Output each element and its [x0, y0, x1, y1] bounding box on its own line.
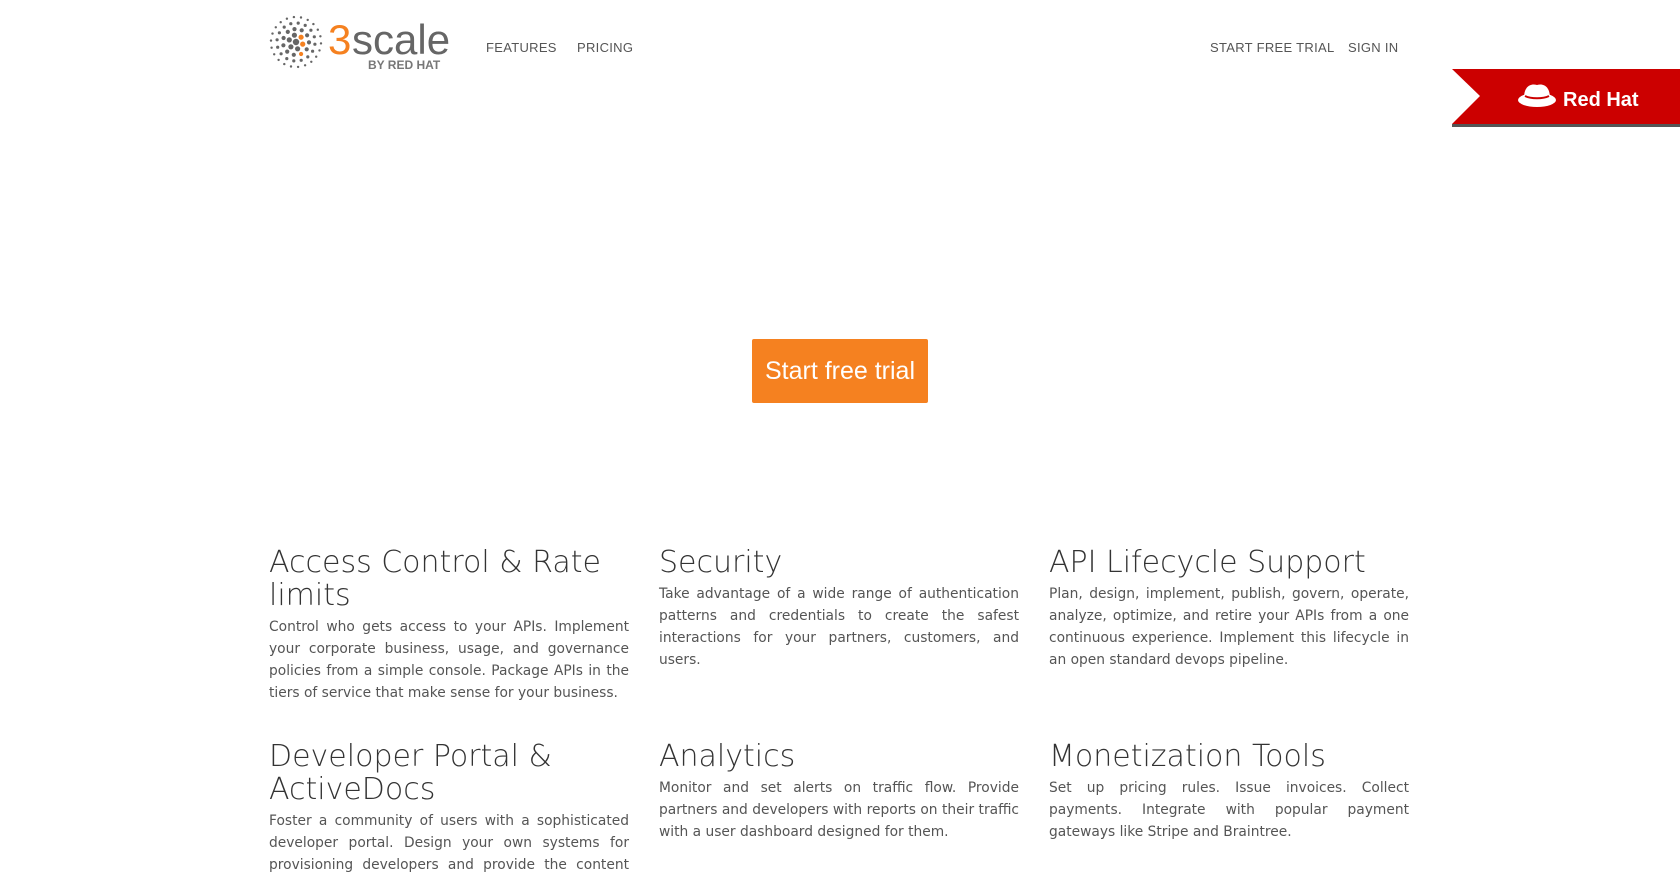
logo-dot: [310, 60, 313, 63]
feature-description: Plan, design, implement, publish, govern…: [1049, 586, 1409, 668]
feature-description: Control who gets access to your APIs. Im…: [269, 619, 629, 701]
logo-dot: [318, 49, 321, 52]
redhat-banner-label: Red Hat: [1563, 89, 1639, 111]
logo-dot: [269, 39, 273, 42]
logo-dot: [289, 22, 293, 26]
logo-tagline: BY RED HAT: [368, 58, 441, 72]
logo-dot: [277, 58, 280, 62]
logo-dot: [298, 34, 304, 40]
logo-dot: [291, 32, 297, 38]
logo-dot: [319, 35, 322, 38]
logo-dot: [296, 21, 300, 25]
feature-title: Monetization Tools: [1049, 739, 1326, 774]
3scale-logo[interactable]: 3 scale BY RED HAT: [269, 14, 457, 72]
logo-dot: [303, 64, 307, 67]
logo-dot: [288, 44, 294, 50]
logo-dot: [312, 22, 315, 26]
logo-dot: [276, 45, 280, 49]
feature-api-lifecycle: API Lifecycle Support Plan, design, impl…: [1049, 546, 1409, 671]
logo-dot: [274, 26, 277, 29]
start-free-trial-button[interactable]: Start free trial: [752, 339, 928, 403]
logo-dot: [270, 46, 273, 49]
feature-description: Monitor and set alerts on traffic flow. …: [659, 780, 1019, 840]
nav-pricing-link[interactable]: PRICING: [577, 40, 633, 55]
logo-dot: [296, 65, 300, 69]
logo-dot: [285, 29, 290, 34]
feature-description: Foster a community of users with a sophi…: [269, 813, 629, 873]
logo-dot: [292, 27, 297, 32]
redhat-banner-shadow: [1452, 124, 1680, 127]
logo-dot: [306, 18, 309, 22]
page: 3 scale BY RED HAT FEATURES PRICING STAR…: [0, 0, 1680, 876]
logo-dot: [291, 52, 296, 57]
logo-dot: [304, 47, 309, 52]
logo-dot: [286, 37, 292, 43]
logo-dot: [299, 58, 303, 62]
logo-dot: [281, 35, 286, 41]
logo-dot: [299, 51, 304, 57]
logo-dot: [292, 15, 296, 19]
logo-dot: [281, 43, 286, 48]
logo-dot: [292, 38, 300, 46]
feature-analytics: Analytics Monitor and set alerts on traf…: [659, 740, 1019, 843]
logo-dot: [300, 41, 306, 47]
logo-dot: [305, 33, 310, 38]
logo-dot: [279, 21, 282, 24]
logo-dot: [311, 49, 315, 53]
feature-title: Analytics: [659, 739, 796, 774]
logo-dot: [313, 42, 317, 46]
logo-dot: [273, 53, 276, 56]
logo-dot: [295, 46, 301, 52]
logo-dot: [285, 17, 289, 20]
logo-dot: [285, 49, 290, 54]
logo-number: 3: [328, 16, 351, 63]
logo-dot: [306, 55, 310, 59]
logo-dot: [279, 52, 283, 56]
feature-title: API Lifecycle Support: [1049, 545, 1366, 580]
feature-description: Take advantage of a wide range of authen…: [659, 586, 1019, 668]
logo-dot: [275, 38, 279, 42]
nav-start-free-trial-link[interactable]: START FREE TRIAL: [1210, 40, 1334, 55]
redhat-banner[interactable]: Red Hat: [1452, 69, 1680, 127]
logo-dot: [312, 35, 316, 39]
logo-dot: [271, 32, 274, 35]
logo-dot: [292, 59, 296, 63]
logo-dot: [315, 55, 318, 58]
logo-dot: [309, 28, 313, 32]
logo-dot: [319, 42, 323, 45]
logo-dot: [283, 62, 286, 66]
feature-description: Set up pricing rules. Issue invoices. Co…: [1049, 780, 1409, 840]
feature-developer-portal: Developer Portal & ActiveDocs Foster a c…: [269, 740, 629, 876]
feature-title: Access Control & Rate limits: [269, 545, 601, 613]
logo-dot: [303, 23, 307, 27]
logo-dot: [289, 65, 293, 68]
feature-monetization: Monetization Tools Set up pricing rules.…: [1049, 740, 1409, 843]
logo-dot: [299, 16, 303, 19]
logo-dot: [316, 28, 319, 31]
logo-dot: [306, 40, 312, 45]
logo-dot: [285, 57, 289, 61]
nav-features-link[interactable]: FEATURES: [486, 40, 557, 55]
nav-sign-in-link[interactable]: SIGN IN: [1348, 40, 1399, 55]
logo-dot: [282, 25, 286, 29]
logo-wordmark: scale: [352, 16, 450, 63]
feature-access-control: Access Control & Rate limits Control who…: [269, 546, 629, 704]
feature-security: Security Take advantage of a wide range …: [659, 546, 1019, 671]
feature-title: Developer Portal & ActiveDocs: [269, 739, 552, 807]
dot-globe-icon: [269, 15, 323, 69]
logo-dot: [277, 31, 281, 35]
logo-dot: [299, 28, 304, 33]
feature-title: Security: [659, 545, 783, 580]
